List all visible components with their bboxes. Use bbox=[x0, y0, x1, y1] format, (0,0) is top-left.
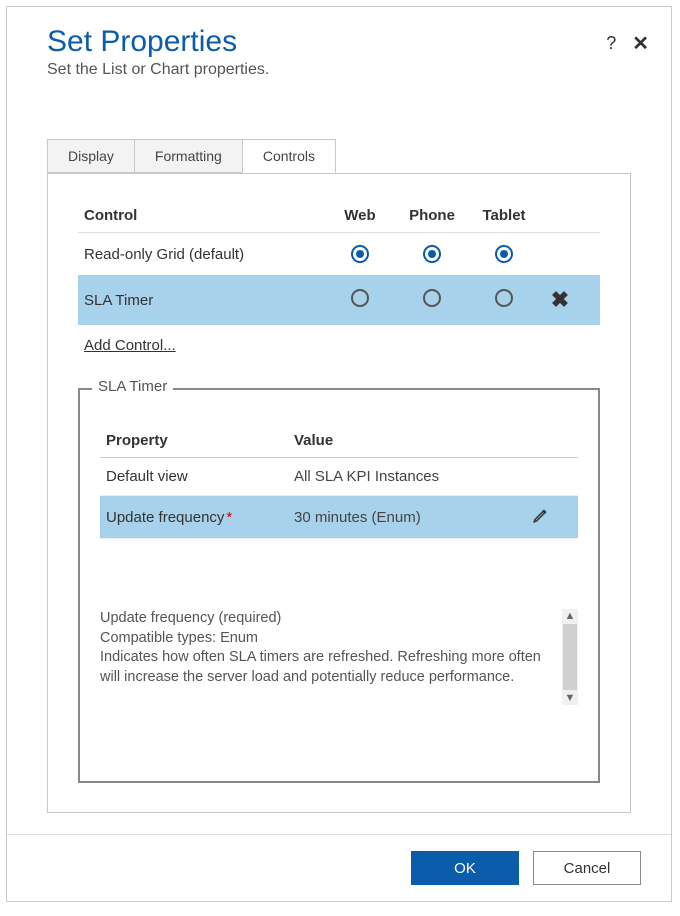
required-indicator: * bbox=[226, 509, 232, 526]
chevron-up-icon[interactable]: ▲ bbox=[565, 609, 576, 623]
controls-table: Control Web Phone Tablet Read-only Grid … bbox=[78, 199, 600, 325]
col-value: Value bbox=[294, 432, 532, 449]
property-name: Update frequency* bbox=[106, 509, 294, 526]
desc-line: Indicates how often SLA timers are refre… bbox=[100, 648, 554, 687]
property-value: All SLA KPI Instances bbox=[294, 468, 532, 485]
table-row[interactable]: Read-only Grid (default) bbox=[78, 233, 600, 275]
radio-tablet[interactable] bbox=[495, 245, 513, 263]
control-label: SLA Timer bbox=[84, 292, 324, 309]
dialog-footer: OK Cancel bbox=[7, 834, 671, 901]
remove-control-icon[interactable]: ✖ bbox=[540, 287, 580, 313]
radio-web[interactable] bbox=[351, 289, 369, 307]
desc-line: Update frequency (required) bbox=[100, 609, 554, 629]
radio-phone[interactable] bbox=[423, 245, 441, 263]
close-icon[interactable]: ✕ bbox=[632, 31, 649, 56]
dialog-subtitle: Set the List or Chart properties. bbox=[47, 61, 631, 79]
col-control: Control bbox=[84, 207, 324, 224]
chevron-down-icon[interactable]: ▼ bbox=[565, 691, 576, 705]
desc-line: Compatible types: Enum bbox=[100, 629, 554, 649]
tab-panel-controls: Control Web Phone Tablet Read-only Grid … bbox=[47, 173, 631, 813]
table-row[interactable]: Update frequency* 30 minutes (Enum) bbox=[100, 496, 578, 539]
set-properties-dialog: Set Properties Set the List or Chart pro… bbox=[6, 6, 672, 902]
property-description: Update frequency (required) Compatible t… bbox=[100, 609, 578, 687]
col-tablet: Tablet bbox=[468, 207, 540, 224]
properties-fieldset: SLA Timer Property Value Default view Al… bbox=[78, 388, 600, 783]
radio-tablet[interactable] bbox=[495, 289, 513, 307]
col-phone: Phone bbox=[396, 207, 468, 224]
add-control-link[interactable]: Add Control... bbox=[84, 337, 176, 354]
control-label: Read-only Grid (default) bbox=[84, 246, 324, 263]
fieldset-legend: SLA Timer bbox=[92, 378, 173, 395]
tab-controls[interactable]: Controls bbox=[242, 139, 336, 173]
col-web: Web bbox=[324, 207, 396, 224]
scroll-thumb[interactable] bbox=[563, 624, 577, 690]
dialog-content: Display Formatting Controls Control Web … bbox=[7, 87, 671, 834]
dialog-header: Set Properties Set the List or Chart pro… bbox=[7, 7, 671, 87]
property-value: 30 minutes (Enum) bbox=[294, 509, 532, 526]
table-row[interactable]: SLA Timer ✖ bbox=[78, 275, 600, 325]
help-icon[interactable]: ? bbox=[606, 33, 616, 54]
cancel-button[interactable]: Cancel bbox=[533, 851, 641, 885]
pencil-icon[interactable] bbox=[532, 506, 550, 524]
tabstrip: Display Formatting Controls bbox=[47, 139, 631, 174]
dialog-title: Set Properties bbox=[47, 25, 631, 59]
tab-display[interactable]: Display bbox=[47, 139, 135, 173]
table-row[interactable]: Default view All SLA KPI Instances bbox=[100, 458, 578, 496]
scrollbar[interactable]: ▲ ▼ bbox=[562, 609, 578, 705]
radio-phone[interactable] bbox=[423, 289, 441, 307]
radio-web[interactable] bbox=[351, 245, 369, 263]
ok-button[interactable]: OK bbox=[411, 851, 519, 885]
properties-header: Property Value bbox=[100, 424, 578, 458]
tab-formatting[interactable]: Formatting bbox=[134, 139, 243, 173]
col-property: Property bbox=[106, 432, 294, 449]
controls-table-header: Control Web Phone Tablet bbox=[78, 199, 600, 233]
property-name: Default view bbox=[106, 468, 294, 485]
